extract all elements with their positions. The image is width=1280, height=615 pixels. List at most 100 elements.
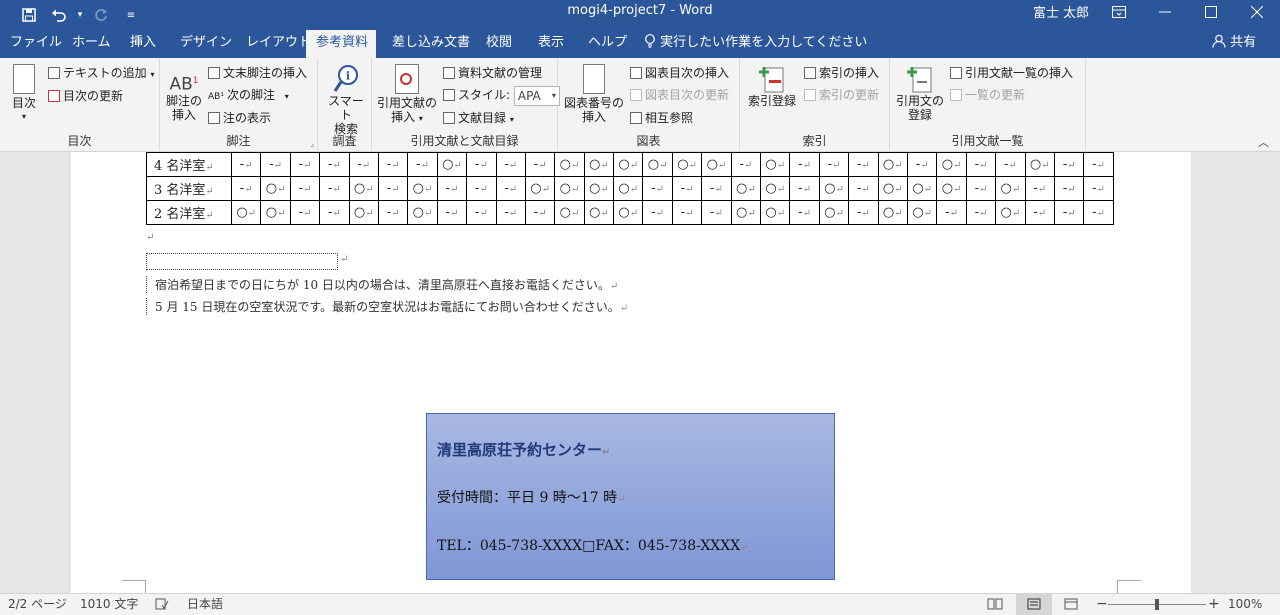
availability-cell[interactable]: -↵: [377, 176, 409, 201]
availability-cell[interactable]: -↵: [319, 176, 350, 201]
availability-cell[interactable]: ○↵: [936, 176, 967, 201]
availability-cell[interactable]: -↵: [377, 152, 409, 177]
availability-cell[interactable]: ○↵: [436, 152, 468, 177]
zoom-slider[interactable]: [1108, 594, 1206, 615]
mark-entry-button[interactable]: 索引登録: [744, 64, 800, 108]
reservation-text-box[interactable]: 清里高原荘予約センター↵ 受付時間：平日 9 時～17 時↵ TEL：045-7…: [426, 413, 835, 580]
availability-cell[interactable]: -↵: [848, 200, 879, 225]
availability-cell[interactable]: -↵: [230, 152, 262, 177]
minimize-icon[interactable]: [1142, 0, 1188, 24]
availability-cell[interactable]: ○↵: [554, 152, 585, 177]
availability-cell[interactable]: ○↵: [906, 200, 938, 225]
tab-help[interactable]: ヘルプ: [578, 30, 637, 58]
insert-index-button[interactable]: 索引の挿入: [804, 63, 879, 83]
manage-sources-button[interactable]: 資料文献の管理: [443, 63, 542, 83]
availability-cell[interactable]: -↵: [1083, 176, 1114, 201]
availability-cell[interactable]: -↵: [965, 152, 997, 177]
availability-cell[interactable]: ○↵: [583, 152, 615, 177]
availability-cell[interactable]: -↵: [789, 152, 820, 177]
smart-lookup-button[interactable]: i スマート 検索: [323, 64, 369, 136]
share-button[interactable]: 共有: [1212, 30, 1256, 58]
availability-cell[interactable]: -↵: [642, 200, 673, 225]
availability-cell[interactable]: ○↵: [524, 176, 556, 201]
insert-citation-button[interactable]: 引用文献の 挿入 ▾: [375, 64, 439, 126]
availability-cell[interactable]: ○↵: [760, 200, 791, 225]
availability-cell[interactable]: -↵: [495, 176, 526, 201]
availability-cell[interactable]: -↵: [1053, 176, 1085, 201]
availability-cell[interactable]: -↵: [818, 152, 850, 177]
availability-cell[interactable]: ○↵: [760, 176, 791, 201]
availability-cell[interactable]: ○↵: [877, 200, 908, 225]
availability-cell[interactable]: -↵: [377, 200, 409, 225]
toc-button[interactable]: 目次 ▾: [6, 64, 42, 124]
web-layout-icon[interactable]: [1064, 594, 1078, 615]
availability-cell[interactable]: ○↵: [613, 200, 644, 225]
availability-cell[interactable]: -↵: [671, 176, 703, 201]
availability-cell[interactable]: ○↵: [730, 200, 762, 225]
read-mode-icon[interactable]: [987, 594, 1003, 615]
zoom-thumb[interactable]: [1155, 599, 1159, 610]
tab-design[interactable]: デザイン: [170, 30, 242, 58]
availability-cell[interactable]: ○↵: [348, 176, 379, 201]
availability-cell[interactable]: -↵: [436, 200, 468, 225]
availability-cell[interactable]: ○↵: [995, 176, 1026, 201]
zoom-level[interactable]: 100%: [1228, 594, 1262, 615]
availability-cell[interactable]: -↵: [965, 176, 997, 201]
cross-reference-button[interactable]: 相互参照: [630, 108, 693, 128]
maximize-icon[interactable]: [1188, 0, 1234, 24]
availability-cell[interactable]: ○↵: [1024, 152, 1055, 177]
update-index-button[interactable]: 索引の更新: [804, 85, 879, 105]
availability-cell[interactable]: -↵: [936, 200, 967, 225]
style-dropdown[interactable]: APA ▾: [513, 85, 560, 106]
availability-cell[interactable]: -↵: [495, 152, 526, 177]
availability-cell[interactable]: ○↵: [583, 200, 615, 225]
availability-cell[interactable]: -↵: [848, 176, 879, 201]
availability-cell[interactable]: ○↵: [701, 152, 732, 177]
availability-cell[interactable]: -↵: [466, 176, 497, 201]
page-count[interactable]: 2/2 ページ: [8, 594, 67, 615]
mark-citation-button[interactable]: 引用文の 登録: [894, 64, 946, 122]
availability-cell[interactable]: -↵: [848, 152, 879, 177]
room-type-label[interactable]: 2 名洋室↵: [146, 200, 232, 225]
user-name[interactable]: 富士 太郎: [1033, 2, 1089, 21]
insert-caption-button[interactable]: 図表番号の 挿入: [562, 64, 626, 124]
tab-mailings[interactable]: 差し込み文書: [382, 30, 480, 58]
room-type-label[interactable]: 4 名洋室↵: [146, 152, 232, 177]
insert-footnote-button[interactable]: AB1 脚注の 挿入: [164, 68, 204, 122]
availability-cell[interactable]: ○↵: [818, 200, 850, 225]
zoom-out-icon[interactable]: −: [1096, 594, 1108, 615]
availability-cell[interactable]: -↵: [319, 152, 350, 177]
zoom-in-icon[interactable]: +: [1208, 594, 1220, 615]
availability-cell[interactable]: ○↵: [260, 176, 291, 201]
availability-cell[interactable]: -↵: [466, 152, 497, 177]
availability-cell[interactable]: -↵: [319, 200, 350, 225]
availability-cell[interactable]: ○↵: [613, 152, 644, 177]
availability-cell[interactable]: -↵: [671, 200, 703, 225]
availability-cell[interactable]: -↵: [789, 176, 820, 201]
update-toa-button[interactable]: 一覧の更新: [950, 85, 1025, 105]
availability-cell[interactable]: ○↵: [348, 200, 379, 225]
availability-cell[interactable]: ○↵: [583, 176, 615, 201]
availability-cell[interactable]: ○↵: [877, 152, 908, 177]
availability-cell[interactable]: -↵: [289, 152, 321, 177]
availability-cell[interactable]: -↵: [965, 200, 997, 225]
insert-toa-button[interactable]: 引用文献一覧の挿入: [950, 63, 1073, 83]
availability-cell[interactable]: -↵: [1053, 152, 1085, 177]
availability-cell[interactable]: -↵: [1083, 200, 1114, 225]
availability-cell[interactable]: -↵: [1083, 152, 1114, 177]
update-table-button[interactable]: 図表目次の更新: [630, 85, 729, 105]
availability-cell[interactable]: ○↵: [995, 200, 1026, 225]
availability-cell[interactable]: -↵: [642, 176, 673, 201]
availability-cell[interactable]: -↵: [495, 200, 526, 225]
tab-view[interactable]: 表示: [528, 30, 574, 58]
dialog-launcher-icon[interactable]: ⌟: [310, 139, 314, 148]
show-notes-button[interactable]: 注の表示: [208, 108, 271, 128]
availability-cell[interactable]: -↵: [289, 200, 321, 225]
availability-cell[interactable]: -↵: [348, 152, 379, 177]
availability-cell[interactable]: -↵: [260, 152, 291, 177]
insert-endnote-button[interactable]: 文末脚注の挿入: [208, 63, 307, 83]
availability-cell[interactable]: ○↵: [230, 200, 262, 225]
availability-cell[interactable]: -↵: [1053, 200, 1085, 225]
word-count[interactable]: 1010 文字: [80, 594, 138, 615]
availability-cell[interactable]: -↵: [524, 152, 556, 177]
